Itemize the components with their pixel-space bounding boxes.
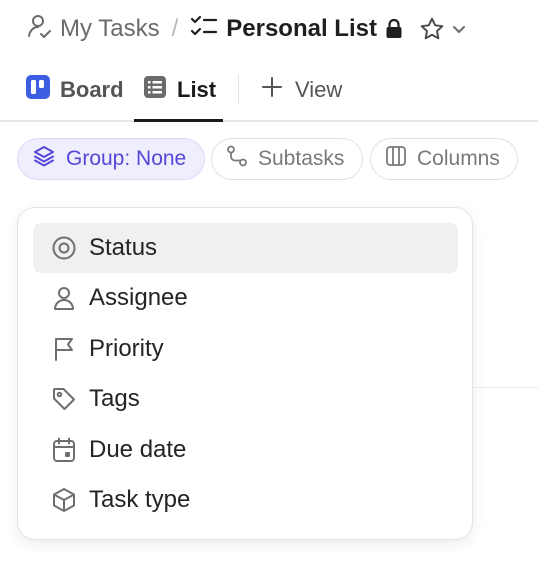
breadcrumb-parent-label: My Tasks: [60, 15, 160, 42]
calendar-icon: [33, 437, 89, 463]
breadcrumb-separator: /: [171, 15, 179, 42]
cube-icon: [33, 487, 89, 513]
columns-icon: [385, 145, 407, 173]
subtasks-button[interactable]: Subtasks: [211, 138, 363, 180]
menu-item-status-label: Status: [89, 234, 158, 261]
tab-divider: [238, 74, 239, 104]
board-icon: [26, 75, 50, 105]
lock-icon: [385, 18, 403, 40]
list-divider: [472, 387, 538, 388]
columns-button[interactable]: Columns: [370, 138, 518, 180]
menu-item-task-type-label: Task type: [89, 486, 191, 513]
menu-item-tags-label: Tags: [89, 385, 140, 412]
breadcrumb-personal-list[interactable]: Personal List: [190, 14, 377, 45]
layers-icon: [32, 144, 56, 174]
star-icon[interactable]: [419, 16, 445, 42]
menu-item-due-date-label: Due date: [89, 436, 187, 463]
breadcrumb: My Tasks / Personal List: [26, 12, 467, 46]
tab-board[interactable]: Board: [26, 60, 124, 120]
columns-button-label: Columns: [417, 147, 500, 170]
menu-item-priority-label: Priority: [89, 335, 164, 362]
subtasks-button-label: Subtasks: [258, 147, 345, 170]
menu-item-due-date[interactable]: Due date: [33, 425, 458, 475]
flag-icon: [33, 336, 89, 362]
chevron-down-icon[interactable]: [451, 21, 467, 37]
menu-item-status[interactable]: Status: [33, 223, 458, 273]
menu-item-task-type[interactable]: Task type: [33, 475, 458, 525]
person-icon: [33, 285, 89, 311]
add-view-button[interactable]: View: [261, 60, 342, 120]
menu-item-tags[interactable]: Tags: [33, 374, 458, 424]
tag-icon: [33, 386, 89, 412]
view-tabs: Board List View: [0, 60, 538, 122]
checklist-icon: [190, 14, 218, 45]
menu-item-priority[interactable]: Priority: [33, 324, 458, 374]
tab-board-label: Board: [60, 77, 124, 102]
menu-item-assignee-label: Assignee: [89, 284, 188, 311]
group-button-label: Group: None: [66, 147, 187, 170]
plus-icon: [261, 76, 283, 104]
group-button[interactable]: Group: None: [17, 138, 205, 180]
add-view-label: View: [295, 77, 343, 102]
list-icon: [143, 75, 167, 105]
user-tasks-icon: [26, 13, 52, 46]
tab-list-label: List: [177, 77, 217, 102]
tab-list[interactable]: List: [134, 60, 223, 122]
breadcrumb-current-label: Personal List: [226, 15, 377, 42]
menu-item-assignee[interactable]: Assignee: [33, 273, 458, 323]
subtasks-icon: [226, 145, 248, 173]
group-by-menu: Status Assignee Priority Tags Due date T…: [17, 207, 473, 540]
breadcrumb-my-tasks[interactable]: My Tasks: [26, 13, 160, 46]
status-icon: [33, 235, 89, 261]
